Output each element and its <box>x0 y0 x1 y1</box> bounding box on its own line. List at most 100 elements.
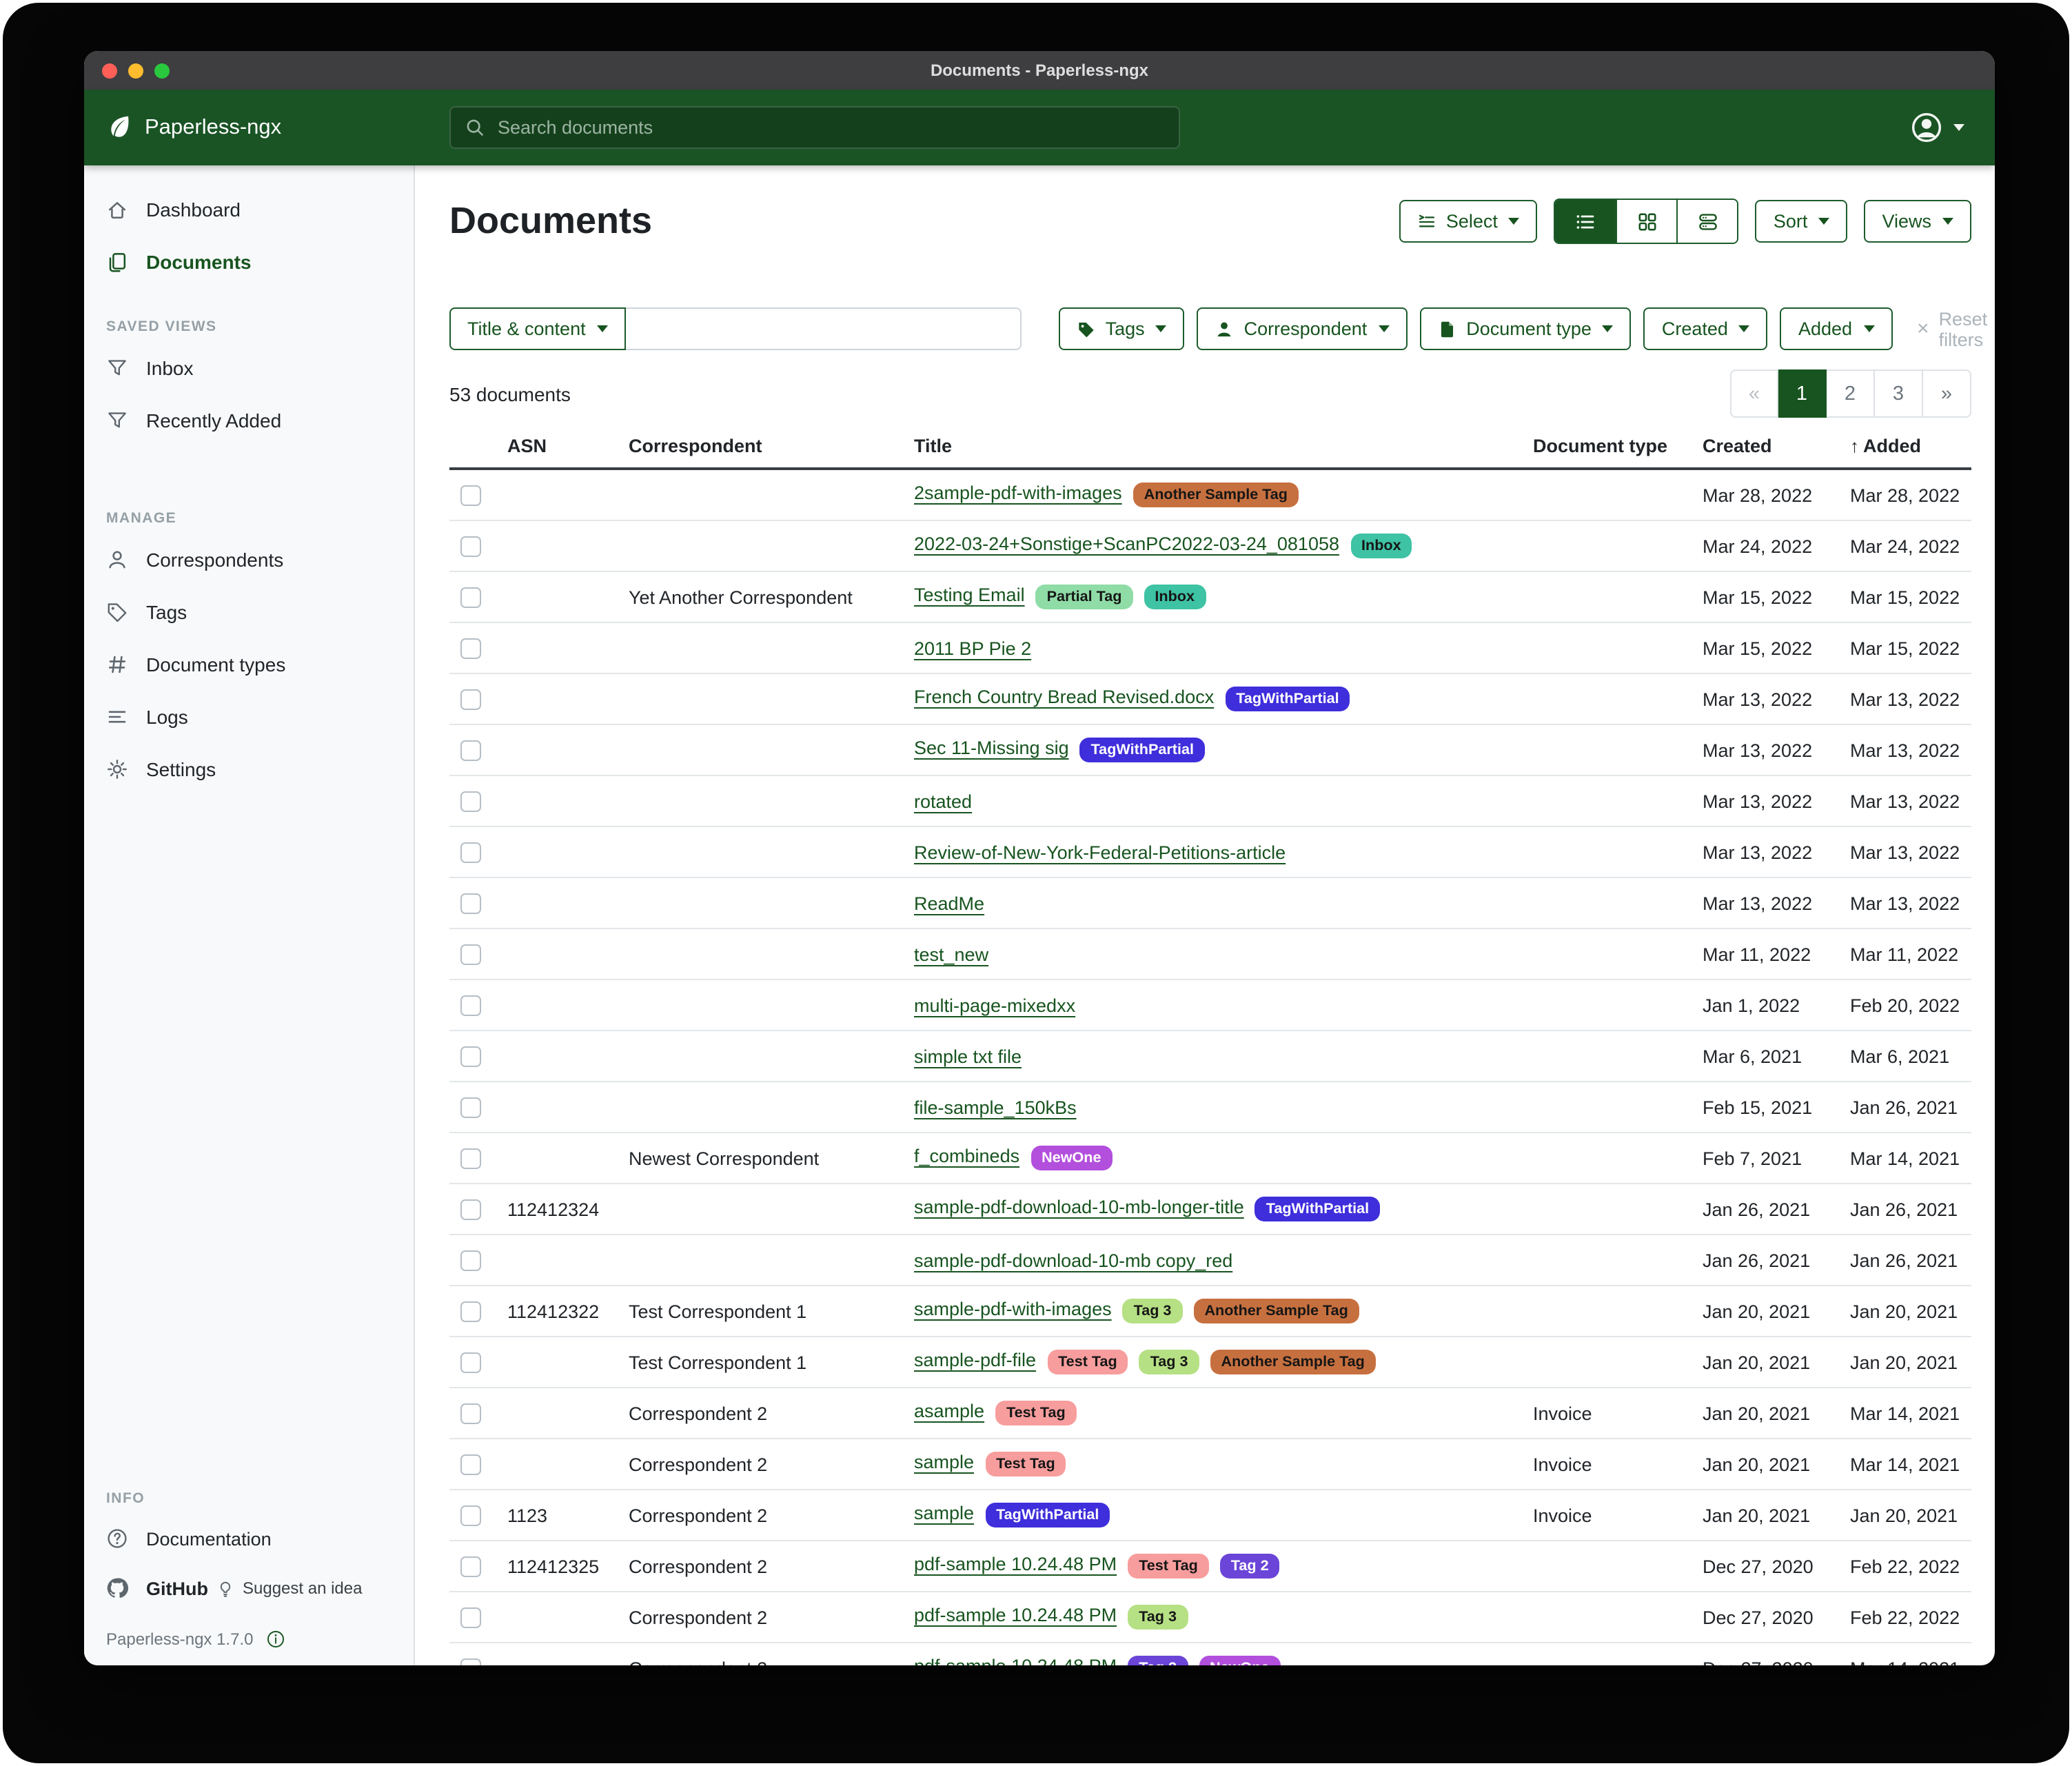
column-header-document-type[interactable]: Document type <box>1522 429 1692 469</box>
tag-badge[interactable]: Tag 3 <box>1128 1605 1188 1630</box>
document-link[interactable]: rotated <box>914 791 972 811</box>
tag-badge[interactable]: Test Tag <box>1128 1554 1209 1579</box>
row-checkbox[interactable] <box>460 1097 481 1118</box>
document-link[interactable]: 2011 BP Pie 2 <box>914 638 1031 658</box>
document-link[interactable]: 2sample-pdf-with-images <box>914 482 1122 503</box>
tag-badge[interactable]: Inbox <box>1350 534 1412 559</box>
tag-badge[interactable]: Partial Tag <box>1036 585 1133 610</box>
document-link[interactable]: file-sample_150kBs <box>914 1097 1077 1117</box>
tag-badge[interactable]: Another Sample Tag <box>1133 483 1299 508</box>
tag-badge[interactable]: TagWithPartial <box>1255 1197 1380 1222</box>
tag-badge[interactable]: Test Tag <box>985 1452 1066 1477</box>
filter-text-input[interactable] <box>626 307 1022 350</box>
row-checkbox[interactable] <box>460 995 481 1016</box>
filter-added-button[interactable]: Added <box>1780 307 1892 350</box>
sidebar-item-suggest-idea[interactable]: Suggest an idea <box>216 1579 363 1598</box>
tag-badge[interactable]: NewOne <box>1199 1656 1280 1665</box>
row-checkbox[interactable] <box>460 1403 481 1424</box>
column-header-created[interactable]: Created <box>1692 429 1839 469</box>
filter-correspondent-button[interactable]: Correspondent <box>1197 307 1408 350</box>
document-link[interactable]: pdf-sample 10.24.48 PM <box>914 1604 1117 1625</box>
row-checkbox[interactable] <box>460 1505 481 1526</box>
next-page-button[interactable]: » <box>1923 369 1971 418</box>
sidebar-item-recently-added[interactable]: Recently Added <box>84 394 414 447</box>
document-link[interactable]: Testing Email <box>914 584 1025 605</box>
row-checkbox[interactable] <box>460 944 481 965</box>
document-link[interactable]: multi-page-mixedxx <box>914 995 1075 1015</box>
search-input[interactable] <box>495 116 1165 139</box>
row-checkbox[interactable] <box>460 689 481 710</box>
document-link[interactable]: sample-pdf-download-10-mb-longer-title <box>914 1196 1244 1217</box>
card-view-button[interactable] <box>1677 200 1738 243</box>
document-link[interactable]: French Country Bread Revised.docx <box>914 686 1214 707</box>
row-checkbox[interactable] <box>460 1199 481 1220</box>
row-checkbox[interactable] <box>460 638 481 659</box>
row-checkbox[interactable] <box>460 893 481 914</box>
tag-badge[interactable]: Test Tag <box>1047 1350 1128 1375</box>
row-checkbox[interactable] <box>460 1454 481 1475</box>
row-checkbox[interactable] <box>460 485 481 506</box>
document-link[interactable]: sample <box>914 1502 974 1523</box>
tag-badge[interactable]: TagWithPartial <box>985 1503 1110 1528</box>
document-link[interactable]: asample <box>914 1400 984 1421</box>
row-checkbox[interactable] <box>460 1658 481 1665</box>
sidebar-item-github[interactable]: GitHub <box>84 1563 216 1613</box>
column-header-added[interactable]: ↑Added <box>1839 429 1971 469</box>
row-checkbox[interactable] <box>460 791 481 812</box>
document-link[interactable]: 2022-03-24+Sonstige+ScanPC2022-03-24_081… <box>914 533 1339 554</box>
row-checkbox[interactable] <box>460 1250 481 1271</box>
tag-badge[interactable]: Inbox <box>1144 585 1206 610</box>
page-button-3[interactable]: 3 <box>1875 369 1923 418</box>
row-checkbox[interactable] <box>460 536 481 557</box>
grid-view-button[interactable] <box>1616 200 1677 243</box>
document-link[interactable]: simple txt file <box>914 1046 1022 1066</box>
row-checkbox[interactable] <box>460 740 481 761</box>
row-checkbox[interactable] <box>460 1148 481 1169</box>
document-link[interactable]: sample <box>914 1451 974 1472</box>
tag-badge[interactable]: NewOne <box>1030 1146 1112 1171</box>
tag-badge[interactable]: Tag 3 <box>1139 1350 1199 1375</box>
sidebar-item-tags[interactable]: Tags <box>84 586 414 638</box>
sort-button[interactable]: Sort <box>1756 200 1848 243</box>
filter-document-type-button[interactable]: Document type <box>1419 307 1632 350</box>
select-button[interactable]: Select <box>1399 200 1538 243</box>
sidebar-item-settings[interactable]: Settings <box>84 743 414 795</box>
page-button-2[interactable]: 2 <box>1827 369 1875 418</box>
list-view-button[interactable] <box>1556 200 1616 243</box>
tag-badge[interactable]: TagWithPartial <box>1225 687 1350 712</box>
zoom-window-button[interactable] <box>154 63 170 78</box>
info-circle-icon[interactable] <box>265 1630 285 1649</box>
document-link[interactable]: pdf-sample 10.24.48 PM <box>914 1655 1117 1665</box>
user-menu[interactable] <box>1911 112 1964 143</box>
sidebar-item-logs[interactable]: Logs <box>84 691 414 743</box>
document-link[interactable]: test_new <box>914 944 988 964</box>
row-checkbox[interactable] <box>460 1607 481 1628</box>
document-link[interactable]: pdf-sample 10.24.48 PM <box>914 1553 1117 1574</box>
filter-tags-button[interactable]: Tags <box>1059 307 1185 350</box>
document-link[interactable]: f_combineds <box>914 1145 1019 1166</box>
tag-badge[interactable]: Test Tag <box>995 1401 1077 1426</box>
document-link[interactable]: Sec 11-Missing sig <box>914 737 1069 758</box>
page-button-1[interactable]: 1 <box>1778 369 1827 418</box>
tag-badge[interactable]: Another Sample Tag <box>1193 1299 1359 1324</box>
tag-badge[interactable]: TagWithPartial <box>1080 738 1205 763</box>
column-header-correspondent[interactable]: Correspondent <box>618 429 903 469</box>
document-link[interactable]: ReadMe <box>914 893 984 913</box>
document-link[interactable]: sample-pdf-file <box>914 1349 1036 1370</box>
row-checkbox[interactable] <box>460 842 481 863</box>
sidebar-item-documents[interactable]: Documents <box>84 236 414 288</box>
row-checkbox[interactable] <box>460 1301 481 1322</box>
sidebar-item-documentation[interactable]: Documentation <box>84 1514 414 1563</box>
filter-created-button[interactable]: Created <box>1644 307 1768 350</box>
close-window-button[interactable] <box>102 63 117 78</box>
column-header-title[interactable]: Title <box>903 429 1522 469</box>
sidebar-item-correspondents[interactable]: Correspondents <box>84 534 414 586</box>
tag-badge[interactable]: Tag 2 <box>1220 1554 1280 1579</box>
brand[interactable]: Paperless-ngx <box>105 113 281 142</box>
column-header-asn[interactable]: ASN <box>496 429 618 469</box>
row-checkbox[interactable] <box>460 1556 481 1577</box>
row-checkbox[interactable] <box>460 1352 481 1373</box>
minimize-window-button[interactable] <box>128 63 143 78</box>
tag-badge[interactable]: Another Sample Tag <box>1210 1350 1376 1375</box>
tag-badge[interactable]: Tag 3 <box>1123 1299 1183 1324</box>
